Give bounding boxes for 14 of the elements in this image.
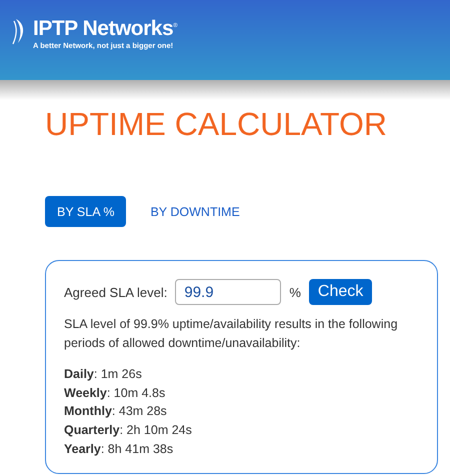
tab[interactable]: BY SLA % <box>45 196 126 227</box>
logo-text[interactable]: IPTP Networks$^{®}$ <box>33 14 178 41</box>
result-line: Yearly: 8h 41m 38s <box>64 440 174 458</box>
unit-label: % <box>289 284 301 300</box>
result-line: Monthly: 43m 28s <box>64 403 168 420</box>
check-button[interactable]: Check <box>308 279 372 305</box>
result-line: Weekly: 10m 4.8s <box>64 384 166 402</box>
sla-input-field[interactable]: 99.9 <box>175 279 282 305</box>
result-line: Quarterly: 2h 10m 24s <box>64 422 193 440</box>
result-line: Daily: 1m 26s <box>64 366 143 383</box>
field-label: Agreed SLA level: <box>64 284 168 300</box>
tab[interactable]: BY DOWNTIME <box>138 196 252 227</box>
summary-text: SLA level of 99.9% uptime/availability results in the following periods of allowed downtime/unavailability: <box>64 316 399 352</box>
page-title: UPTIME CALCULATOR <box>45 105 388 144</box>
